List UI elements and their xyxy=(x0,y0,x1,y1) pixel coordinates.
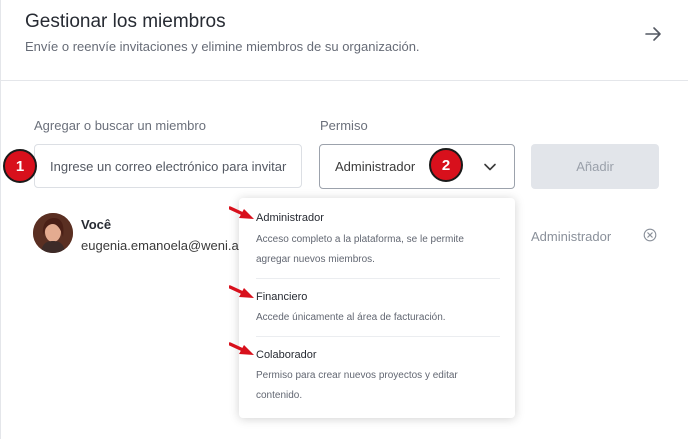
chevron-down-icon xyxy=(484,163,496,171)
option-title: Colaborador xyxy=(256,349,317,361)
page-subtitle: Envíe o reenvíe invitaciones y elimine m… xyxy=(25,39,420,54)
panel-header: Gestionar los miembros Envíe o reenvíe i… xyxy=(0,0,688,81)
permission-dropdown-menu: Administrador Acceso completo a la plata… xyxy=(239,198,515,418)
step-badge-1: 1 xyxy=(3,149,37,183)
member-role: Administrador xyxy=(531,229,612,244)
member-name: Você xyxy=(81,217,112,232)
page-title: Gestionar los miembros xyxy=(25,11,226,32)
permission-selected-value: Administrador xyxy=(335,159,416,174)
option-description: Permiso para crear nuevos proyectos y ed… xyxy=(256,370,458,401)
option-description: Acceso completo a la plataforma, se le p… xyxy=(256,234,464,265)
permission-option-colaborador[interactable]: Colaborador Permiso para crear nuevos pr… xyxy=(239,337,515,417)
annotation-arrow-icon xyxy=(229,285,254,298)
avatar-photo xyxy=(33,213,73,253)
arrow-right-icon xyxy=(645,27,661,41)
permission-option-financiero[interactable]: Financiero Accede únicamente al área de … xyxy=(239,279,515,336)
member-email: eugenia.emanoela@weni.ai xyxy=(81,238,241,253)
annotation-arrow-icon xyxy=(229,342,254,355)
option-description: Accede únicamente al área de facturación… xyxy=(256,312,446,323)
avatar xyxy=(33,213,73,253)
remove-member-button[interactable] xyxy=(643,228,657,242)
annotation-arrow-icon xyxy=(229,206,254,219)
circle-x-icon xyxy=(643,228,657,242)
step-badge-2: 2 xyxy=(429,148,463,182)
permission-option-administrador[interactable]: Administrador Acceso completo a la plata… xyxy=(239,198,515,278)
option-title: Financiero xyxy=(256,291,308,303)
add-member-button[interactable]: Añadir xyxy=(531,144,659,189)
option-title: Administrador xyxy=(256,212,324,224)
member-email-input[interactable] xyxy=(34,144,302,188)
close-panel-button[interactable] xyxy=(641,22,665,46)
member-field-label: Agregar o buscar un miembro xyxy=(34,118,206,133)
permission-field-label: Permiso xyxy=(320,118,368,133)
permission-select[interactable]: Administrador xyxy=(319,144,515,189)
